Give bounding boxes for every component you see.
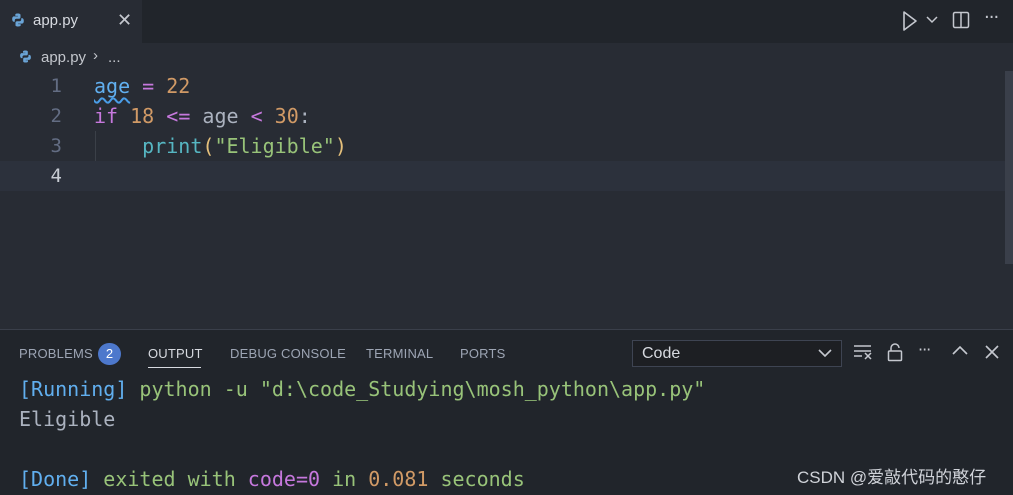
tab-output[interactable]: OUTPUT	[148, 346, 203, 361]
output-channel-value: Code	[642, 345, 681, 362]
breadcrumb-file[interactable]: app.py	[41, 49, 86, 66]
close-tab-icon[interactable]: ✕	[117, 10, 132, 31]
code-line-current: 4	[0, 161, 1005, 191]
python-file-icon	[20, 50, 31, 63]
tab-problems[interactable]: PROBLEMS	[19, 346, 93, 361]
tab-label: app.py	[33, 12, 79, 29]
code-line: 1 age = 22	[0, 71, 1005, 101]
code-text: age = 22	[94, 74, 191, 98]
tab-app-py[interactable]: app.py ✕	[0, 0, 142, 43]
chevron-up-icon[interactable]	[952, 345, 968, 355]
editor-tab-bar: app.py ✕ ···	[0, 0, 1013, 43]
python-file-icon	[12, 13, 24, 27]
code-editor[interactable]: 1 age = 22 2 if 18 <= age < 30: 3 print(…	[0, 71, 1013, 329]
code-text: print("Eligible")	[142, 134, 347, 158]
close-panel-icon[interactable]	[985, 345, 999, 359]
unlock-icon[interactable]	[887, 343, 903, 362]
more-actions-icon[interactable]: ···	[984, 7, 999, 28]
tab-debug-console[interactable]: DEBUG CONSOLE	[230, 346, 346, 361]
output-line: [Running] python -u "d:\code_Studying\mo…	[19, 377, 706, 401]
line-number: 2	[50, 105, 62, 127]
chevron-down-icon	[818, 349, 832, 358]
split-editor-icon[interactable]	[952, 11, 970, 29]
more-actions-icon[interactable]: ···	[918, 340, 931, 359]
breadcrumb: app.py › ...	[0, 43, 1013, 71]
breadcrumb-separator-icon: ›	[93, 47, 98, 64]
editor-scrollbar[interactable]	[1005, 71, 1013, 264]
problems-count-badge: 2	[98, 343, 121, 365]
tab-ports[interactable]: PORTS	[460, 346, 506, 361]
clear-output-icon[interactable]	[853, 343, 873, 361]
output-line: Eligible	[19, 407, 116, 431]
code-line: 3 print("Eligible")	[0, 131, 1005, 161]
line-number: 4	[50, 165, 62, 187]
run-icon[interactable]	[902, 10, 918, 32]
breadcrumb-symbols[interactable]: ...	[108, 49, 121, 66]
bottom-panel: PROBLEMS 2 OUTPUT DEBUG CONSOLE TERMINAL…	[0, 329, 1013, 495]
active-tab-indicator	[148, 367, 201, 368]
chevron-down-icon[interactable]	[926, 15, 938, 25]
line-number: 1	[50, 75, 62, 97]
output-channel-select[interactable]: Code	[632, 340, 842, 367]
code-text: if 18 <= age < 30:	[94, 104, 311, 128]
code-line: 2 if 18 <= age < 30:	[0, 101, 1005, 131]
watermark: CSDN @爱敲代码的憨仔	[797, 468, 987, 487]
output-line: [Done] exited with code=0 in 0.081 secon…	[19, 467, 525, 491]
line-number: 3	[50, 135, 62, 157]
tab-terminal[interactable]: TERMINAL	[366, 346, 433, 361]
